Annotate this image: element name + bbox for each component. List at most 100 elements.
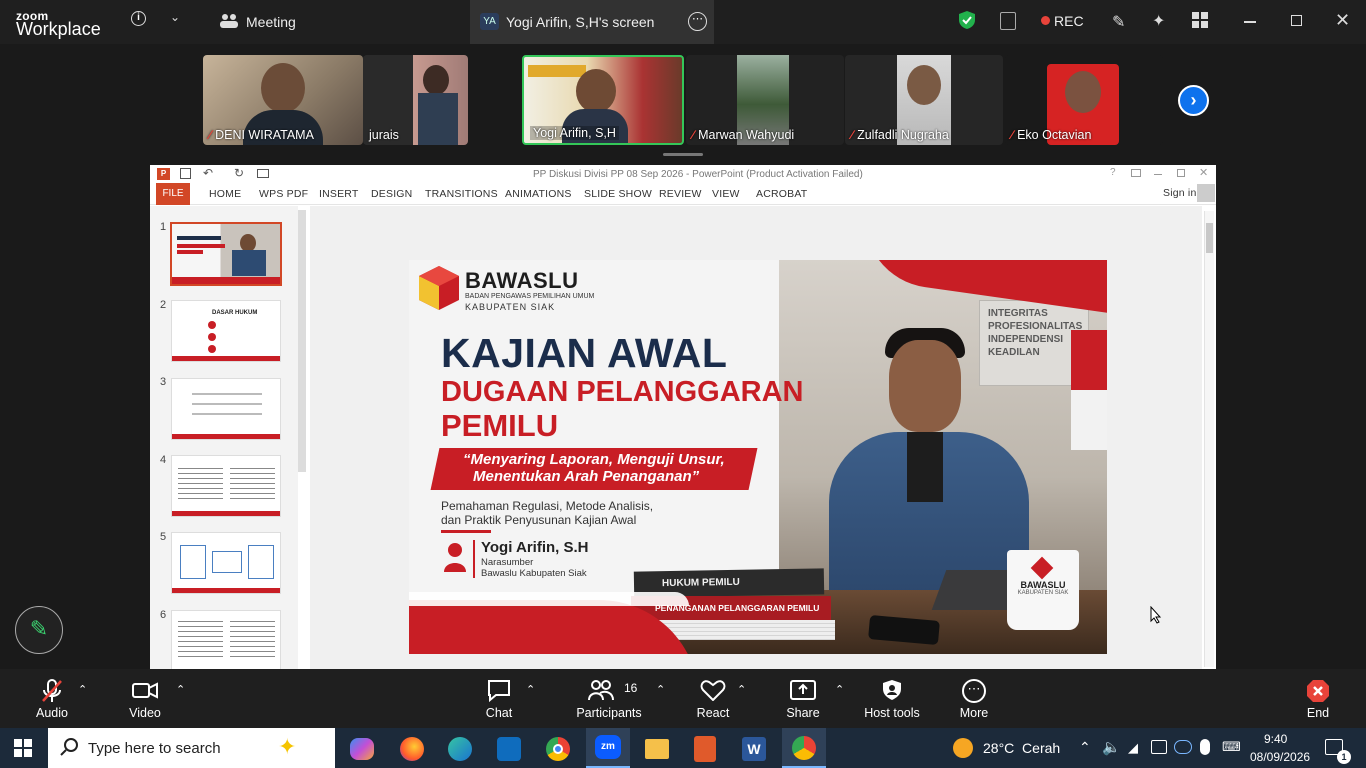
video-button[interactable]: Video bbox=[115, 669, 175, 728]
wps-pdf-icon[interactable] bbox=[694, 736, 716, 762]
video-options-chevron-icon[interactable]: ⌃ bbox=[176, 683, 185, 696]
book-title: HUKUM PEMILU bbox=[661, 576, 740, 590]
clock-date[interactable]: 08/09/2026 bbox=[1250, 750, 1310, 764]
word-icon[interactable]: W bbox=[742, 737, 766, 761]
tab-transitions[interactable]: TRANSITIONS bbox=[425, 188, 498, 200]
restore-button[interactable] bbox=[1291, 15, 1302, 26]
volume-icon[interactable]: 🔈 bbox=[1102, 738, 1121, 756]
show-hidden-icons-chevron-icon[interactable]: ⌃ bbox=[1079, 739, 1091, 756]
audio-button[interactable]: Audio bbox=[22, 669, 82, 728]
meet-now-icon[interactable] bbox=[1151, 740, 1167, 754]
participant-tile[interactable]: ∕ DENI WIRATAMA bbox=[203, 55, 363, 145]
participants-options-chevron-icon[interactable]: ⌃ bbox=[656, 683, 665, 696]
participant-tile[interactable]: jurais bbox=[363, 55, 468, 145]
tab-slide-show[interactable]: SLIDE SHOW bbox=[584, 188, 652, 200]
host-tools-label: Host tools bbox=[864, 706, 920, 720]
end-meeting-button[interactable]: End bbox=[1288, 669, 1348, 728]
tab-file[interactable]: FILE bbox=[156, 183, 190, 205]
copilot-icon[interactable] bbox=[350, 738, 374, 760]
input-method-icon[interactable]: ⌨ bbox=[1222, 739, 1241, 755]
tab-view[interactable]: VIEW bbox=[712, 188, 740, 200]
participant-tile[interactable]: ∕ Zulfadli Nugraha bbox=[845, 55, 1003, 145]
clock-time[interactable]: 9:40 bbox=[1264, 732, 1287, 746]
slide-thumbnail-2[interactable]: DASAR HUKUM bbox=[171, 300, 281, 362]
share-button[interactable]: Share bbox=[773, 669, 833, 728]
slide-quote-line2: Menentukan Arah Penanganan” bbox=[473, 468, 700, 485]
slide-thumbnail-1[interactable] bbox=[170, 222, 282, 286]
tab-wps-pdf[interactable]: WPS PDF bbox=[259, 188, 308, 200]
apps-icon[interactable] bbox=[1192, 12, 1208, 33]
info-icon[interactable]: i bbox=[131, 11, 146, 26]
undo-icon[interactable]: ↶ bbox=[203, 166, 213, 180]
tab-home[interactable]: HOME bbox=[209, 188, 241, 200]
ppt-minimize-button[interactable] bbox=[1154, 174, 1162, 175]
recording-label[interactable]: REC bbox=[1054, 13, 1084, 29]
slide-thumbnail-3[interactable] bbox=[171, 378, 281, 440]
slide-thumbnail-4[interactable] bbox=[171, 455, 281, 517]
ppt-restore-button[interactable] bbox=[1177, 169, 1185, 177]
firefox-icon[interactable] bbox=[400, 737, 424, 761]
help-icon[interactable]: ? bbox=[1110, 167, 1116, 178]
slideshow-icon[interactable] bbox=[257, 169, 269, 178]
react-options-chevron-icon[interactable]: ⌃ bbox=[737, 683, 746, 696]
file-explorer-icon[interactable] bbox=[645, 739, 669, 759]
participant-tile[interactable]: ∕ Eko Octavian bbox=[1005, 55, 1163, 145]
participant-tile[interactable]: ∕ Marwan Wahyudi bbox=[686, 55, 844, 145]
host-tools-button[interactable]: Host tools bbox=[857, 669, 927, 728]
wifi-icon[interactable]: ◢ bbox=[1128, 740, 1138, 756]
microphone-icon[interactable] bbox=[1200, 739, 1210, 755]
chrome-active-icon[interactable] bbox=[782, 728, 826, 768]
participant-name: Marwan Wahyudi bbox=[698, 128, 795, 142]
participants-button[interactable]: 16 Participants bbox=[574, 669, 644, 728]
speaker-org: Bawaslu Kabupaten Siak bbox=[481, 568, 587, 579]
weather-text[interactable]: 28°C Cerah bbox=[983, 740, 1060, 756]
windows-start-icon[interactable] bbox=[14, 739, 32, 762]
chat-button[interactable]: Chat bbox=[469, 669, 529, 728]
slide-thumbnail-5[interactable] bbox=[171, 532, 281, 594]
redo-icon[interactable]: ↻ bbox=[234, 166, 244, 180]
current-slide[interactable]: INTEGRITAS PROFESIONALITAS INDEPENDENSI … bbox=[409, 260, 1107, 654]
chevron-down-icon[interactable]: ⌄ bbox=[170, 10, 180, 24]
tab-insert[interactable]: INSERT bbox=[319, 188, 359, 200]
taskbar-search-box[interactable]: Type here to search ✦ bbox=[48, 728, 335, 768]
tab-review[interactable]: REVIEW bbox=[659, 188, 702, 200]
notes-icon[interactable] bbox=[1000, 12, 1016, 30]
ppt-close-button[interactable]: ✕ bbox=[1199, 166, 1208, 179]
zoom-title-bar: zoom Workplace i ⌄ Meeting YA Yogi Arifi… bbox=[0, 0, 1366, 44]
user-avatar-icon[interactable] bbox=[1197, 184, 1215, 202]
more-label: More bbox=[959, 706, 989, 720]
security-shield-icon[interactable] bbox=[958, 10, 976, 35]
next-participants-button[interactable]: › bbox=[1178, 85, 1209, 116]
chat-options-chevron-icon[interactable]: ⌃ bbox=[526, 683, 535, 696]
meeting-tab[interactable]: Meeting bbox=[246, 14, 296, 30]
tab-acrobat[interactable]: ACROBAT bbox=[756, 188, 807, 200]
sign-in-link[interactable]: Sign in bbox=[1163, 187, 1197, 199]
strip-resize-handle[interactable] bbox=[663, 153, 703, 156]
tab-animations[interactable]: ANIMATIONS bbox=[505, 188, 572, 200]
slide-number: 1 bbox=[160, 221, 167, 233]
share-options-chevron-icon[interactable]: ⌃ bbox=[835, 683, 844, 696]
ai-companion-icon[interactable]: ✦ bbox=[1152, 11, 1165, 31]
save-icon[interactable] bbox=[180, 168, 191, 179]
chrome-icon[interactable] bbox=[546, 737, 570, 761]
onedrive-icon[interactable] bbox=[1174, 740, 1192, 754]
more-button[interactable]: ⋯ More bbox=[944, 669, 1004, 728]
editor-scrollbar[interactable] bbox=[1204, 211, 1214, 667]
participant-tile-active-speaker[interactable]: Yogi Arifin, S,H bbox=[522, 55, 684, 145]
tab-design[interactable]: DESIGN bbox=[371, 188, 412, 200]
weather-sun-icon[interactable] bbox=[953, 738, 973, 758]
outlook-icon[interactable] bbox=[497, 737, 521, 761]
close-button[interactable]: ✕ bbox=[1335, 10, 1350, 31]
ribbon-display-icon[interactable] bbox=[1131, 169, 1141, 177]
video-label: Video bbox=[129, 706, 161, 720]
audio-options-chevron-icon[interactable]: ⌃ bbox=[78, 683, 87, 696]
edge-icon[interactable] bbox=[448, 737, 472, 761]
minimize-button[interactable] bbox=[1244, 21, 1256, 23]
thumbnail-scrollbar[interactable] bbox=[298, 210, 306, 472]
slide-thumbnail-6[interactable] bbox=[171, 610, 281, 669]
react-button[interactable]: React bbox=[683, 669, 743, 728]
zoom-taskbar-icon[interactable]: zm bbox=[586, 728, 630, 768]
more-options-icon[interactable]: ⋯ bbox=[688, 12, 707, 31]
annotate-floating-button[interactable]: ✎ bbox=[15, 606, 63, 654]
annotate-pen-icon[interactable]: ✎ bbox=[1112, 12, 1125, 32]
